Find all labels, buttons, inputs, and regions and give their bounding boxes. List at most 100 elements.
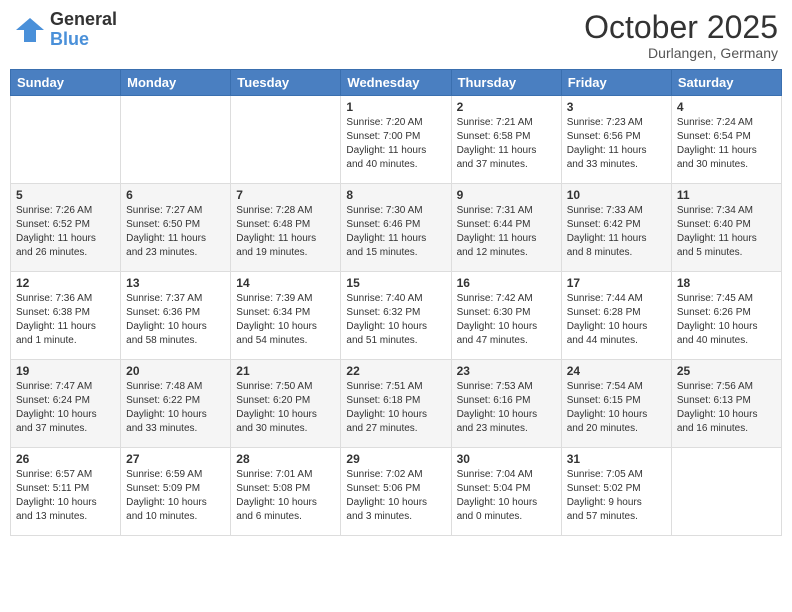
weekday-header: Wednesday xyxy=(341,70,451,96)
calendar-week-row: 12 Sunrise: 7:36 AM Sunset: 6:38 PM Dayli… xyxy=(11,272,782,360)
day-number: 26 xyxy=(16,452,115,466)
weekday-header: Saturday xyxy=(671,70,781,96)
calendar-cell: 18 Sunrise: 7:45 AM Sunset: 6:26 PM Dayli… xyxy=(671,272,781,360)
day-info: Sunrise: 7:31 AM Sunset: 6:44 PM Dayligh… xyxy=(457,204,556,260)
calendar-cell: 20Sunrise: 7:48 AM Sunset: 6:22 PM Dayli… xyxy=(121,360,231,448)
day-info: Sunrise: 6:59 AM Sunset: 5:09 PM Dayligh… xyxy=(126,468,225,524)
day-number: 18 xyxy=(677,276,776,290)
calendar-cell: 29 Sunrise: 7:02 AM Sunset: 5:06 PM Dayli… xyxy=(341,448,451,536)
day-number: 16 xyxy=(457,276,556,290)
day-info: Sunrise: 7:23 AM Sunset: 6:56 PM Dayligh… xyxy=(567,116,666,172)
day-number: 19 xyxy=(16,364,115,378)
day-number: 14 xyxy=(236,276,335,290)
calendar-cell: 3 Sunrise: 7:23 AM Sunset: 6:56 PM Daylig… xyxy=(561,96,671,184)
day-info: Sunrise: 7:27 AM Sunset: 6:50 PM Dayligh… xyxy=(126,204,225,260)
calendar-week-row: 1 Sunrise: 7:20 AM Sunset: 7:00 PM Daylig… xyxy=(11,96,782,184)
calendar-cell: 7 Sunrise: 7:28 AM Sunset: 6:48 PM Daylig… xyxy=(231,184,341,272)
day-info: Sunrise: 7:02 AM Sunset: 5:06 PM Dayligh… xyxy=(346,468,445,524)
calendar-cell: 5Sunrise: 7:26 AM Sunset: 6:52 PM Daylig… xyxy=(11,184,121,272)
calendar-cell: 9 Sunrise: 7:31 AM Sunset: 6:44 PM Daylig… xyxy=(451,184,561,272)
day-number: 25 xyxy=(677,364,776,378)
day-info: Sunrise: 7:36 AM Sunset: 6:38 PM Dayligh… xyxy=(16,292,115,348)
day-number: 15 xyxy=(346,276,445,290)
calendar-cell: 11Sunrise: 7:34 AM Sunset: 6:40 PM Dayli… xyxy=(671,184,781,272)
day-info: Sunrise: 7:34 AM Sunset: 6:40 PM Dayligh… xyxy=(677,204,776,260)
calendar-cell: 14Sunrise: 7:39 AM Sunset: 6:34 PM Dayli… xyxy=(231,272,341,360)
day-number: 22 xyxy=(346,364,445,378)
day-info: Sunrise: 7:51 AM Sunset: 6:18 PM Dayligh… xyxy=(346,380,445,436)
title-block: October 2025 Durlangen, Germany xyxy=(584,10,778,61)
calendar-cell: 10Sunrise: 7:33 AM Sunset: 6:42 PM Dayli… xyxy=(561,184,671,272)
day-info: Sunrise: 7:26 AM Sunset: 6:52 PM Dayligh… xyxy=(16,204,115,260)
day-number: 7 xyxy=(236,188,335,202)
weekday-header: Thursday xyxy=(451,70,561,96)
day-info: Sunrise: 7:45 AM Sunset: 6:26 PM Dayligh… xyxy=(677,292,776,348)
calendar-cell: 6Sunrise: 7:27 AM Sunset: 6:50 PM Daylig… xyxy=(121,184,231,272)
weekday-header: Tuesday xyxy=(231,70,341,96)
calendar-cell: 22 Sunrise: 7:51 AM Sunset: 6:18 PM Dayli… xyxy=(341,360,451,448)
day-info: Sunrise: 7:44 AM Sunset: 6:28 PM Dayligh… xyxy=(567,292,666,348)
calendar-cell: 4Sunrise: 7:24 AM Sunset: 6:54 PM Daylig… xyxy=(671,96,781,184)
day-info: Sunrise: 7:33 AM Sunset: 6:42 PM Dayligh… xyxy=(567,204,666,260)
day-number: 2 xyxy=(457,100,556,114)
weekday-header-row: SundayMondayTuesdayWednesdayThursdayFrid… xyxy=(11,70,782,96)
calendar-cell: 15 Sunrise: 7:40 AM Sunset: 6:32 PM Dayli… xyxy=(341,272,451,360)
calendar-cell xyxy=(11,96,121,184)
day-number: 31 xyxy=(567,452,666,466)
day-number: 28 xyxy=(236,452,335,466)
day-number: 1 xyxy=(346,100,445,114)
day-info: Sunrise: 7:47 AM Sunset: 6:24 PM Dayligh… xyxy=(16,380,115,436)
day-info: Sunrise: 7:04 AM Sunset: 5:04 PM Dayligh… xyxy=(457,468,556,524)
weekday-header: Sunday xyxy=(11,70,121,96)
day-info: Sunrise: 7:20 AM Sunset: 7:00 PM Dayligh… xyxy=(346,116,445,172)
calendar-cell xyxy=(121,96,231,184)
day-number: 23 xyxy=(457,364,556,378)
day-number: 3 xyxy=(567,100,666,114)
calendar-cell: 23 Sunrise: 7:53 AM Sunset: 6:16 PM Dayli… xyxy=(451,360,561,448)
logo: General Blue xyxy=(14,10,117,50)
day-info: Sunrise: 7:28 AM Sunset: 6:48 PM Dayligh… xyxy=(236,204,335,260)
day-info: Sunrise: 7:30 AM Sunset: 6:46 PM Dayligh… xyxy=(346,204,445,260)
day-number: 17 xyxy=(567,276,666,290)
calendar-cell xyxy=(671,448,781,536)
calendar-cell: 31 Sunrise: 7:05 AM Sunset: 5:02 PM Dayli… xyxy=(561,448,671,536)
calendar-cell: 24Sunrise: 7:54 AM Sunset: 6:15 PM Dayli… xyxy=(561,360,671,448)
day-info: Sunrise: 7:37 AM Sunset: 6:36 PM Dayligh… xyxy=(126,292,225,348)
calendar-week-row: 19 Sunrise: 7:47 AM Sunset: 6:24 PM Dayli… xyxy=(11,360,782,448)
day-number: 9 xyxy=(457,188,556,202)
calendar-week-row: 26Sunrise: 6:57 AM Sunset: 5:11 PM Dayli… xyxy=(11,448,782,536)
logo-general-text: General xyxy=(50,10,117,30)
month-title: October 2025 xyxy=(584,10,778,45)
calendar-cell: 1 Sunrise: 7:20 AM Sunset: 7:00 PM Daylig… xyxy=(341,96,451,184)
location-subtitle: Durlangen, Germany xyxy=(584,45,778,61)
day-number: 27 xyxy=(126,452,225,466)
day-info: Sunrise: 7:05 AM Sunset: 5:02 PM Dayligh… xyxy=(567,468,666,524)
day-number: 12 xyxy=(16,276,115,290)
day-info: Sunrise: 7:42 AM Sunset: 6:30 PM Dayligh… xyxy=(457,292,556,348)
day-number: 4 xyxy=(677,100,776,114)
logo-blue-text: Blue xyxy=(50,30,117,50)
day-info: Sunrise: 7:56 AM Sunset: 6:13 PM Dayligh… xyxy=(677,380,776,436)
calendar-cell: 12 Sunrise: 7:36 AM Sunset: 6:38 PM Dayli… xyxy=(11,272,121,360)
day-info: Sunrise: 7:48 AM Sunset: 6:22 PM Dayligh… xyxy=(126,380,225,436)
calendar-cell: 19 Sunrise: 7:47 AM Sunset: 6:24 PM Dayli… xyxy=(11,360,121,448)
calendar-cell: 30 Sunrise: 7:04 AM Sunset: 5:04 PM Dayli… xyxy=(451,448,561,536)
day-info: Sunrise: 7:21 AM Sunset: 6:58 PM Dayligh… xyxy=(457,116,556,172)
day-number: 30 xyxy=(457,452,556,466)
calendar-cell: 21Sunrise: 7:50 AM Sunset: 6:20 PM Dayli… xyxy=(231,360,341,448)
day-info: Sunrise: 7:50 AM Sunset: 6:20 PM Dayligh… xyxy=(236,380,335,436)
logo-text: General Blue xyxy=(50,10,117,50)
day-number: 13 xyxy=(126,276,225,290)
calendar-cell: 17 Sunrise: 7:44 AM Sunset: 6:28 PM Dayli… xyxy=(561,272,671,360)
calendar-cell: 28Sunrise: 7:01 AM Sunset: 5:08 PM Dayli… xyxy=(231,448,341,536)
calendar-cell: 8Sunrise: 7:30 AM Sunset: 6:46 PM Daylig… xyxy=(341,184,451,272)
day-info: Sunrise: 7:40 AM Sunset: 6:32 PM Dayligh… xyxy=(346,292,445,348)
calendar-cell: 2 Sunrise: 7:21 AM Sunset: 6:58 PM Daylig… xyxy=(451,96,561,184)
day-number: 29 xyxy=(346,452,445,466)
calendar-cell xyxy=(231,96,341,184)
calendar-cell: 16 Sunrise: 7:42 AM Sunset: 6:30 PM Dayli… xyxy=(451,272,561,360)
calendar-cell: 26Sunrise: 6:57 AM Sunset: 5:11 PM Dayli… xyxy=(11,448,121,536)
calendar-cell: 25 Sunrise: 7:56 AM Sunset: 6:13 PM Dayli… xyxy=(671,360,781,448)
weekday-header: Monday xyxy=(121,70,231,96)
day-info: Sunrise: 7:53 AM Sunset: 6:16 PM Dayligh… xyxy=(457,380,556,436)
